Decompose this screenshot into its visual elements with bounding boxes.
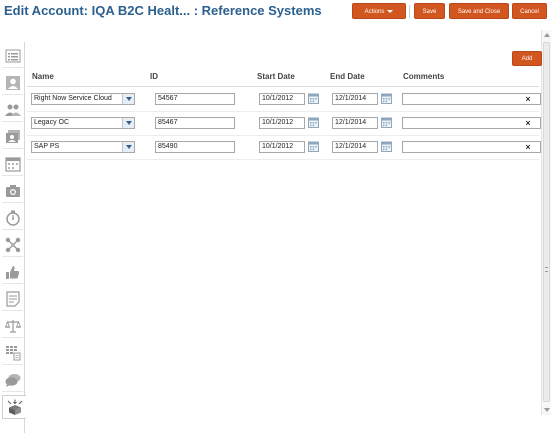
column-header-id: ID	[150, 72, 158, 81]
vertical-scrollbar[interactable]	[541, 30, 551, 415]
system-name-value: SAP PS	[34, 143, 60, 150]
column-header-start-date: Start Date	[257, 72, 295, 81]
page-title: Edit Account: IQA B2C Healt... : Referen…	[4, 3, 322, 18]
chevron-down-icon[interactable]	[122, 118, 134, 128]
contacts-icon	[5, 129, 20, 143]
calendar-icon	[4, 156, 21, 172]
caret-down-icon	[387, 9, 394, 13]
sidebar-item-reference-systems[interactable]	[2, 395, 26, 419]
start-date-field[interactable]: 10/1/2012	[259, 141, 305, 153]
calendar-picker-icon[interactable]	[381, 117, 392, 128]
table-row: SAP PS 85490 10/1/2012 12/1/2014 ×	[27, 136, 541, 160]
contact-card-icon	[5, 75, 20, 90]
chevron-down-icon[interactable]	[122, 142, 134, 152]
network-icon	[5, 237, 20, 252]
header-divider-line	[27, 86, 539, 87]
system-name-select[interactable]: Right Now Service Cloud	[31, 93, 135, 105]
system-name-value: Right Now Service Cloud	[34, 95, 112, 102]
chevron-down-icon[interactable]	[122, 94, 134, 104]
chat-icon	[5, 373, 20, 387]
actions-label: Actions	[364, 9, 385, 15]
calendar-picker-icon[interactable]	[308, 93, 319, 104]
timer-icon	[5, 210, 20, 226]
end-date-field[interactable]: 12/1/2014	[332, 117, 378, 129]
save-and-close-button[interactable]: Save and Close	[449, 3, 509, 19]
column-header-name: Name	[32, 72, 54, 81]
add-button[interactable]: Add	[512, 51, 542, 66]
thumbs-up-icon	[5, 265, 19, 279]
system-name-select[interactable]: SAP PS	[31, 141, 135, 153]
system-name-select[interactable]: Legacy OC	[31, 117, 135, 129]
table-row: Legacy OC 85467 10/1/2012 12/1/2014 ×	[27, 112, 541, 136]
scales-icon	[4, 319, 21, 333]
sidebar-item-network[interactable]	[2, 233, 23, 257]
page-header: Edit Account: IQA B2C Healt... : Referen…	[0, 0, 555, 28]
id-field[interactable]: 54567	[155, 93, 235, 105]
calendar-picker-icon[interactable]	[308, 141, 319, 152]
sidebar-item-list[interactable]	[2, 44, 23, 68]
system-name-value: Legacy OC	[34, 119, 70, 126]
comments-field[interactable]	[402, 141, 541, 153]
sidebar-item-people[interactable]	[2, 98, 23, 122]
sidebar-item-camera[interactable]	[2, 179, 23, 203]
sidebar-item-notes[interactable]	[2, 287, 23, 311]
scrollbar-thumb[interactable]	[543, 42, 550, 402]
column-header-end-date: End Date	[330, 72, 365, 81]
comments-field[interactable]	[402, 117, 541, 129]
delete-row-icon[interactable]: ×	[524, 117, 532, 129]
end-date-field[interactable]: 12/1/2014	[332, 141, 378, 153]
list-icon	[5, 49, 20, 62]
people-icon	[4, 104, 21, 116]
calendar-picker-icon[interactable]	[308, 117, 319, 128]
calendar-picker-icon[interactable]	[381, 141, 392, 152]
start-date-field[interactable]: 10/1/2012	[259, 117, 305, 129]
reference-systems-icon	[7, 399, 22, 415]
calendar-picker-icon[interactable]	[381, 93, 392, 104]
comments-field[interactable]	[402, 93, 541, 105]
scroll-down-arrow[interactable]	[544, 408, 550, 412]
delete-row-icon[interactable]: ×	[524, 141, 532, 153]
sidebar-item-timer[interactable]	[2, 206, 23, 230]
table-doc-icon	[5, 345, 20, 360]
section-sidebar	[0, 42, 26, 433]
actions-button[interactable]: Actions	[352, 3, 406, 19]
delete-row-icon[interactable]: ×	[524, 93, 532, 105]
id-field[interactable]: 85467	[155, 117, 235, 129]
notes-icon	[5, 290, 20, 307]
sidebar-item-thumbs-up[interactable]	[2, 260, 23, 284]
save-button[interactable]: Save	[414, 3, 445, 19]
sidebar-item-contacts[interactable]	[2, 125, 23, 149]
id-field[interactable]: 85490	[155, 141, 235, 153]
sidebar-item-chat[interactable]	[2, 368, 23, 392]
camera-icon	[5, 184, 20, 197]
column-header-comments: Comments	[403, 72, 445, 81]
sidebar-item-scales[interactable]	[2, 314, 23, 338]
sidebar-item-table-doc[interactable]	[2, 341, 23, 365]
scroll-grip-icon	[545, 267, 548, 272]
start-date-field[interactable]: 10/1/2012	[259, 93, 305, 105]
sidebar-item-contact[interactable]	[2, 71, 23, 95]
scroll-up-arrow[interactable]	[544, 33, 550, 37]
end-date-field[interactable]: 12/1/2014	[332, 93, 378, 105]
header-divider	[409, 5, 410, 18]
table-row: Right Now Service Cloud 54567 10/1/2012 …	[27, 88, 541, 112]
cancel-button[interactable]: Cancel	[512, 3, 547, 19]
sidebar-item-calendar[interactable]	[2, 152, 23, 176]
